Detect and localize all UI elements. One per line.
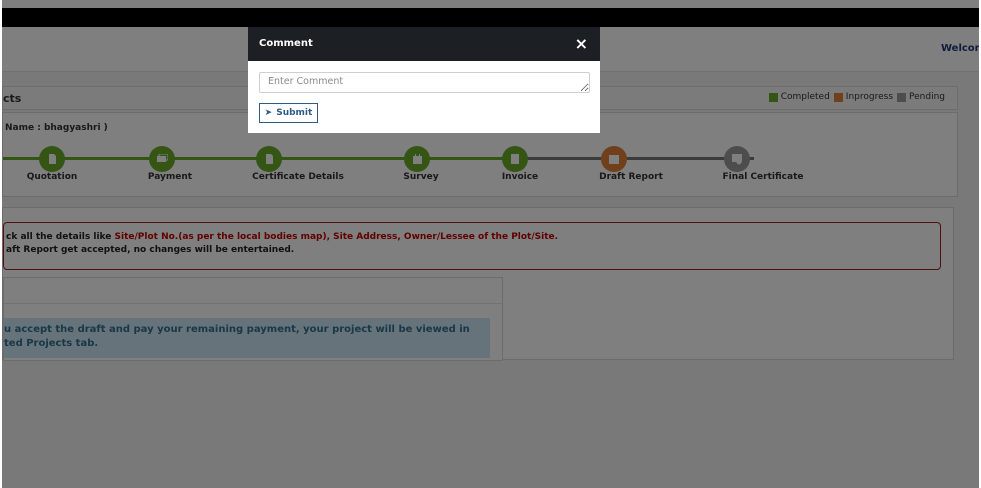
submit-button[interactable]: ➤ Submit <box>259 103 318 123</box>
modal-header: Comment × <box>248 27 600 61</box>
comment-modal: Comment × ➤ Submit <box>248 27 600 133</box>
modal-title: Comment <box>259 38 313 49</box>
close-icon[interactable]: × <box>575 34 588 53</box>
send-icon: ➤ <box>264 108 273 118</box>
submit-button-label: Submit <box>276 108 313 118</box>
app-screen: Welcom cts Completed Inprogress Pending … <box>2 0 979 488</box>
comment-input[interactable] <box>259 72 590 93</box>
